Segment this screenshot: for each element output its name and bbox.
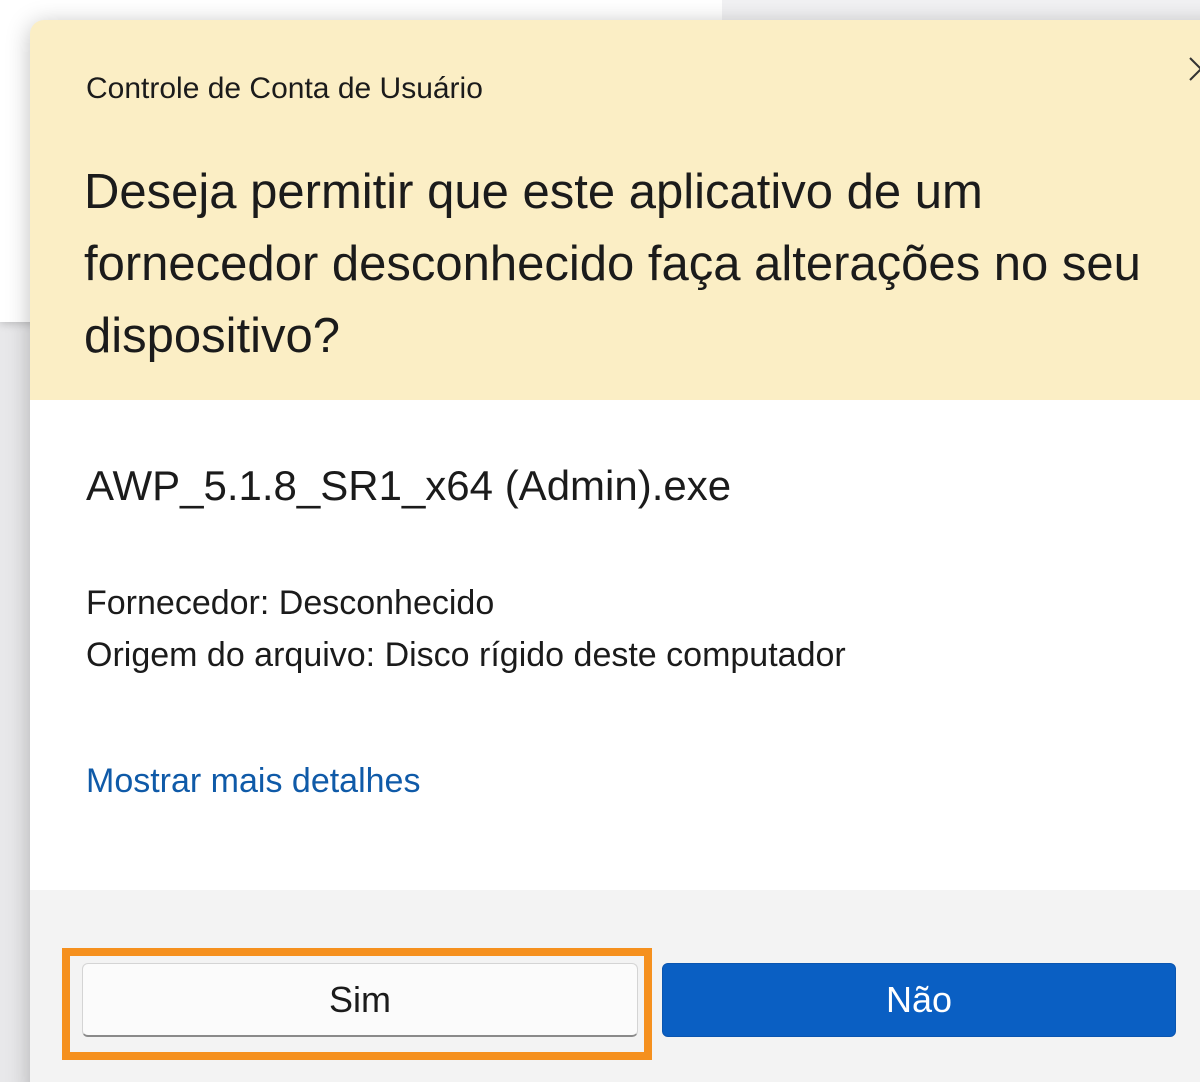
uac-dialog: Controle de Conta de Usuário Deseja perm… (30, 20, 1200, 1082)
dialog-body: AWP_5.1.8_SR1_x64 (Admin).exe Fornecedor… (30, 400, 1200, 890)
permission-question: Deseja permitir que este aplicativo de u… (84, 165, 1141, 363)
background-window-strip (722, 0, 1200, 22)
app-name: AWP_5.1.8_SR1_x64 (Admin).exe (86, 462, 732, 509)
yes-button[interactable]: Sim (82, 963, 638, 1037)
dialog-header: Controle de Conta de Usuário Deseja perm… (30, 20, 1200, 400)
no-button[interactable]: Não (662, 963, 1176, 1037)
publisher-info: Fornecedor: Desconhecido (86, 584, 495, 622)
show-more-details-link[interactable]: Mostrar mais detalhes (86, 762, 420, 801)
file-origin-info: Origem do arquivo: Disco rígido deste co… (86, 636, 846, 674)
window-title: Controle de Conta de Usuário (86, 72, 483, 105)
close-icon[interactable] (1186, 54, 1200, 84)
